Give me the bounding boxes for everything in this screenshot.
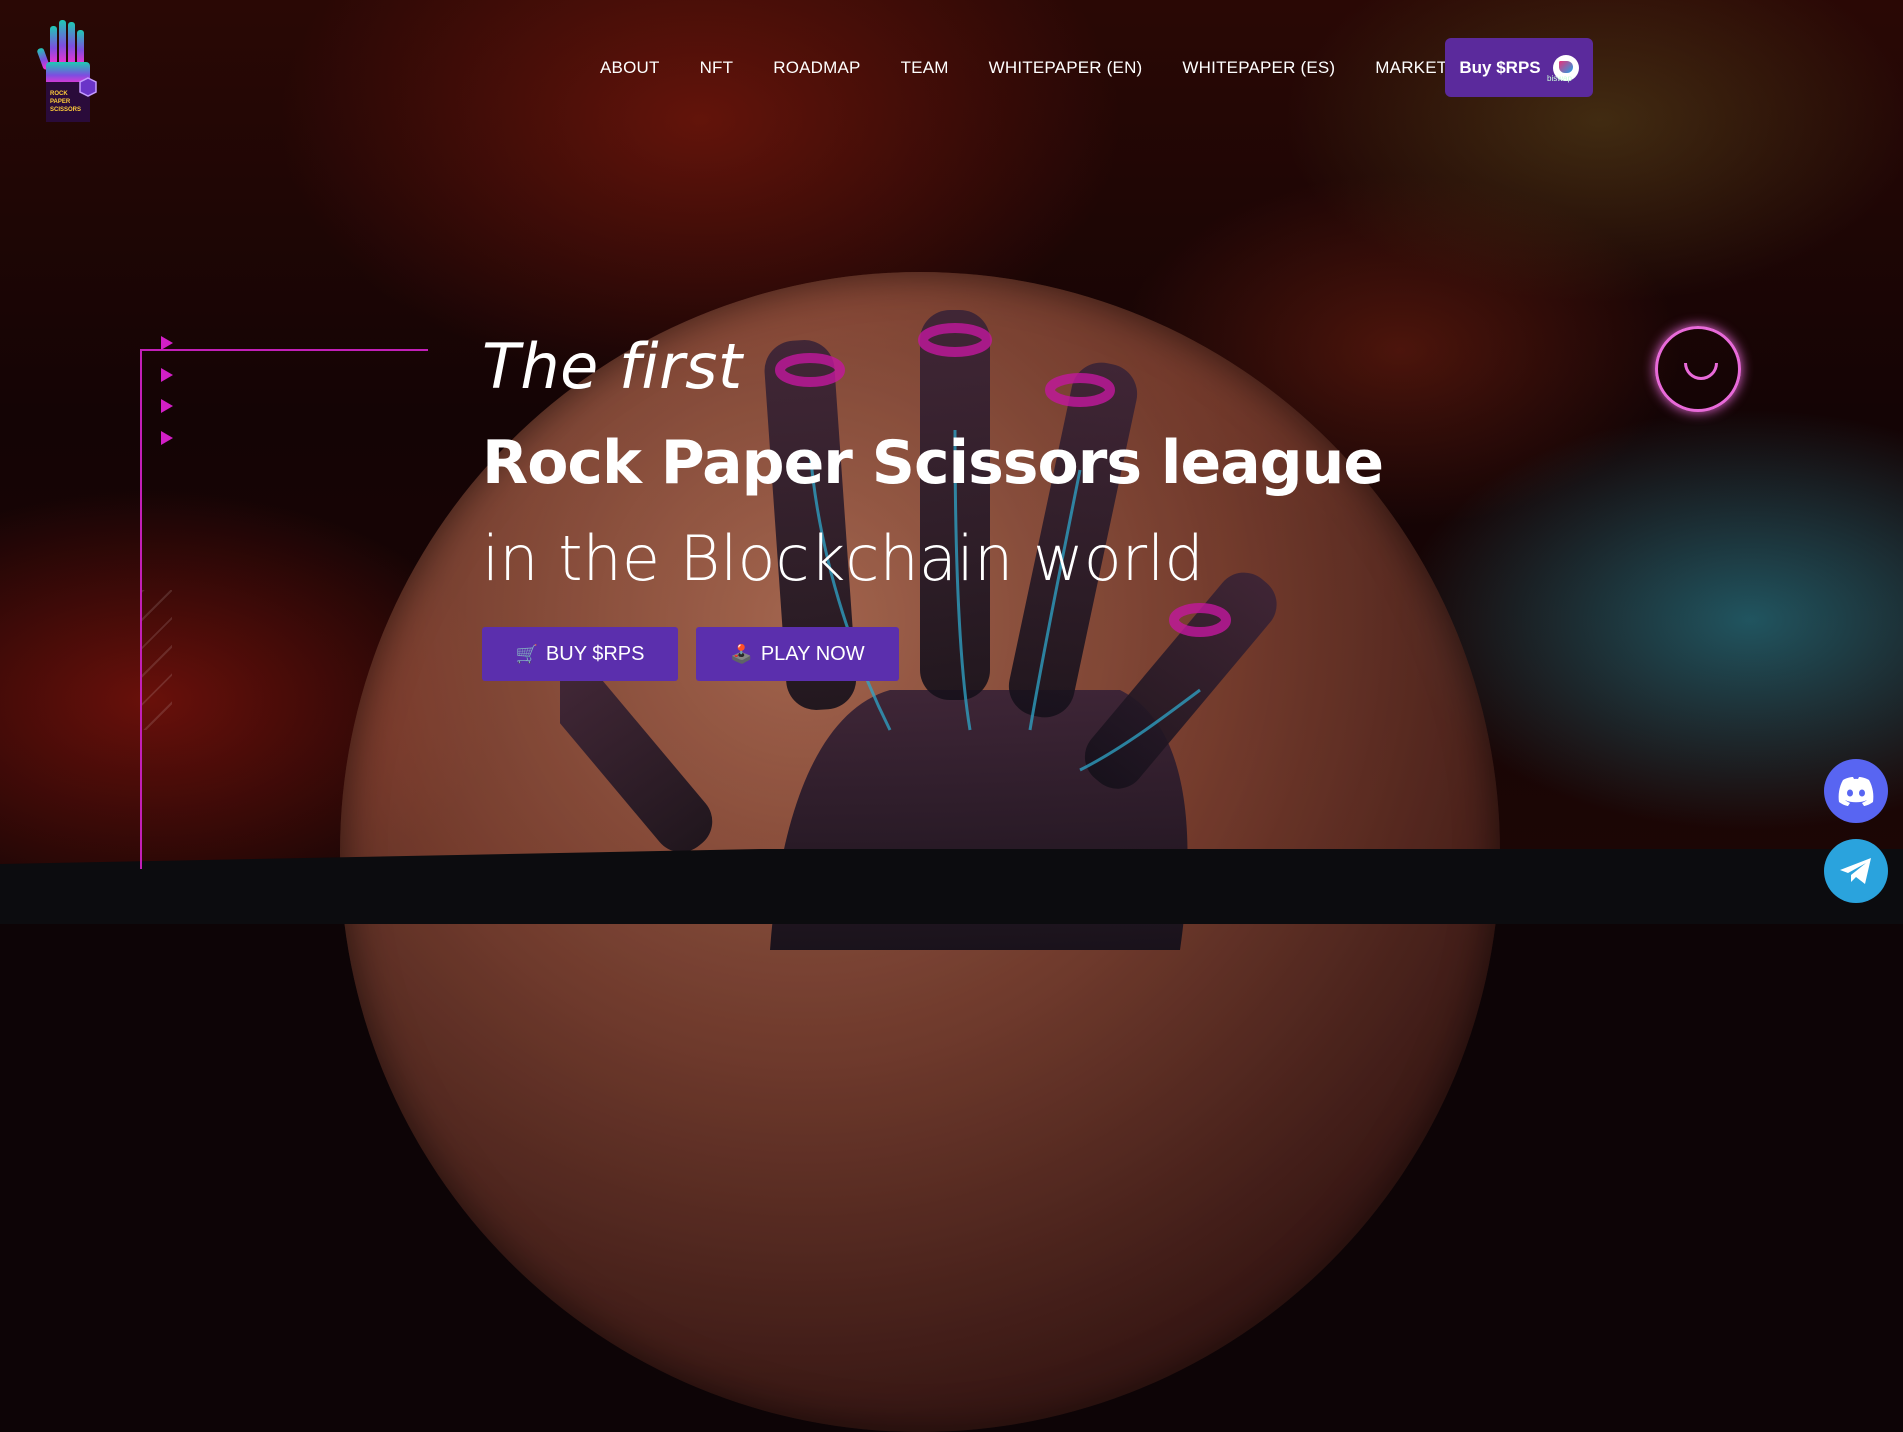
nav-link-about[interactable]: ABOUT <box>600 58 660 78</box>
biswap-label: biswap <box>1547 74 1572 83</box>
telegram-button[interactable] <box>1824 839 1888 903</box>
decor-hatch <box>142 590 172 730</box>
nav-link-whitepaper-en[interactable]: WHITEPAPER (EN) <box>989 58 1143 78</box>
hero-line-3: in the Blockchain world <box>482 522 1204 595</box>
buy-rps-nav-label: Buy $RPS <box>1459 57 1541 77</box>
play-now-button-label: PLAY NOW <box>760 642 865 665</box>
nav-link-team[interactable]: TEAM <box>901 58 949 78</box>
play-now-button[interactable]: 🕹️ PLAY NOW <box>696 627 899 681</box>
hero-title: Rock Paper Scissors league <box>482 428 1384 498</box>
rock-paper-scissors-logo[interactable]: ROCK PAPER SCISSORS <box>36 16 106 124</box>
discord-icon <box>1838 777 1874 806</box>
decor-arrow-icon <box>161 399 173 413</box>
main-navigation: ABOUT NFT ROADMAP TEAM WHITEPAPER (EN) W… <box>600 38 1544 98</box>
logo-text-scissors: SCISSORS <box>50 107 81 113</box>
nav-link-whitepaper-es[interactable]: WHITEPAPER (ES) <box>1182 58 1335 78</box>
nav-link-roadmap[interactable]: ROADMAP <box>773 58 860 78</box>
discord-button[interactable] <box>1824 759 1888 823</box>
decor-arrow-icon <box>161 368 173 382</box>
cart-icon: 🛒 <box>515 643 538 664</box>
bottom-band <box>0 849 1903 924</box>
decor-frame-horizontal <box>140 349 428 351</box>
logo-text-paper: PAPER <box>50 99 71 105</box>
hero-line-1: The first <box>482 330 743 403</box>
loading-spinner-icon <box>1655 326 1741 412</box>
nav-link-nft[interactable]: NFT <box>700 58 734 78</box>
buy-rps-button-label: BUY $RPS <box>545 642 645 665</box>
buy-rps-nav-button[interactable]: Buy $RPS <box>1445 38 1593 97</box>
joystick-icon: 🕹️ <box>730 643 753 664</box>
telegram-icon <box>1840 858 1871 884</box>
buy-rps-button[interactable]: 🛒 BUY $RPS <box>482 627 678 681</box>
logo-text-rock: ROCK <box>50 91 68 97</box>
decor-arrow-icon <box>161 431 173 445</box>
decor-arrow-icon <box>161 336 173 350</box>
